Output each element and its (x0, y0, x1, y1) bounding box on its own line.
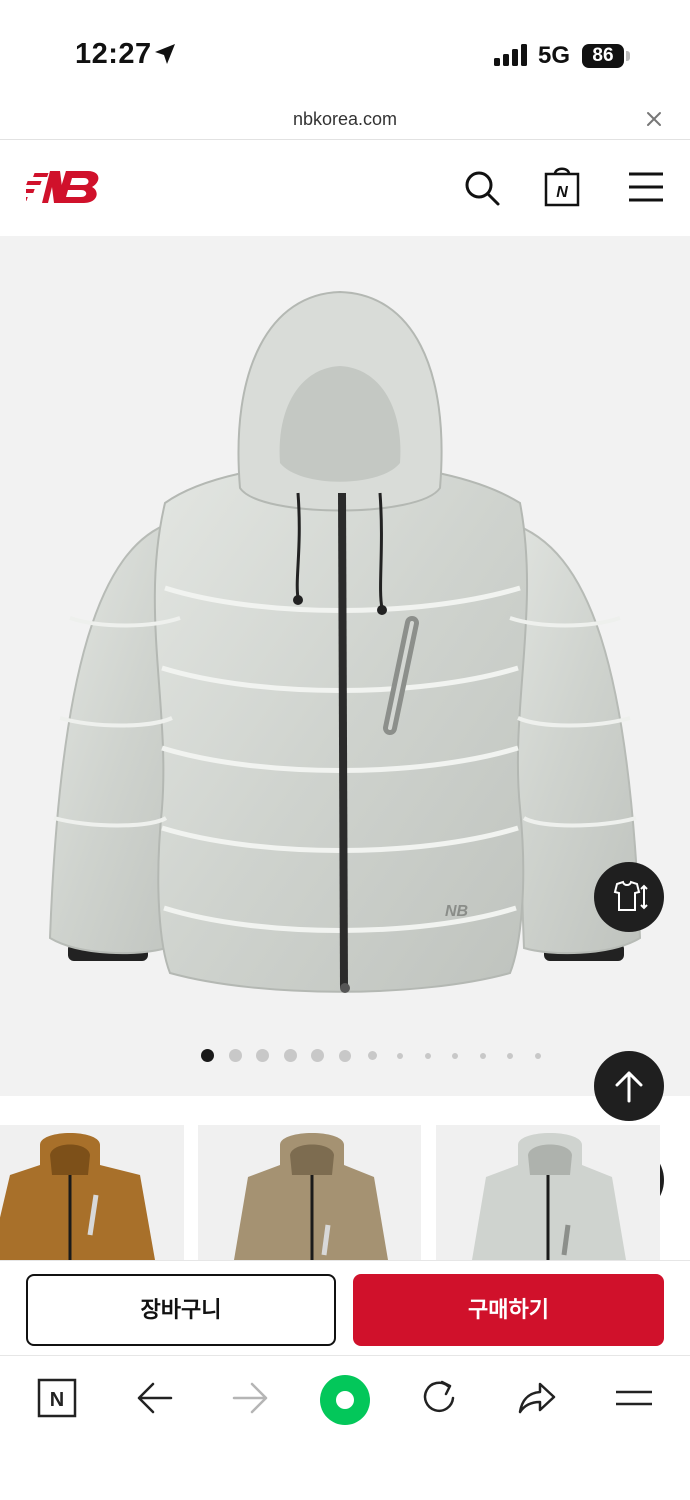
tshirt-size-icon (613, 880, 648, 911)
color-option-light-gray[interactable] (436, 1125, 660, 1260)
forward-icon[interactable] (230, 1378, 270, 1418)
add-to-cart-button[interactable]: 장바구니 (26, 1274, 336, 1346)
carousel-dot[interactable] (452, 1053, 458, 1059)
url-bar[interactable]: nbkorea.com (0, 100, 690, 140)
product-thumbnail (472, 1133, 626, 1260)
status-time: 12:27 (75, 38, 152, 70)
carousel-dot[interactable] (339, 1050, 351, 1062)
share-icon[interactable] (516, 1378, 558, 1418)
product-thumbnail (0, 1133, 155, 1260)
close-icon[interactable] (642, 107, 666, 131)
battery-tip (626, 51, 630, 61)
color-option-brown[interactable] (0, 1125, 184, 1260)
browser-toolbar: N (0, 1355, 690, 1500)
menu-icon[interactable] (614, 1378, 654, 1418)
scroll-top-icon (615, 1071, 643, 1103)
battery-indicator: 86 (582, 44, 624, 68)
shopping-bag-icon[interactable]: N (543, 163, 581, 207)
product-image[interactable]: NB (40, 288, 650, 1008)
naver-home-icon[interactable]: N (37, 1378, 77, 1418)
battery-level: 86 (592, 45, 614, 66)
buy-now-button[interactable]: 구매하기 (353, 1274, 664, 1346)
carousel-dot[interactable] (229, 1049, 242, 1062)
bag-letter: N (556, 184, 568, 201)
hamburger-menu-icon[interactable] (628, 171, 664, 203)
carousel-dot[interactable] (507, 1053, 513, 1059)
site-header: N (0, 141, 690, 236)
scroll-top-button[interactable] (594, 1051, 664, 1121)
green-dot-icon[interactable] (319, 1374, 371, 1426)
carousel-dot[interactable] (480, 1053, 486, 1059)
search-icon[interactable] (463, 169, 501, 207)
carousel-dot[interactable] (256, 1049, 269, 1062)
carousel-dot[interactable] (201, 1049, 214, 1062)
reload-icon[interactable] (420, 1378, 460, 1418)
product-image-gallery[interactable]: NB (0, 236, 690, 1096)
color-options (0, 1125, 690, 1260)
cellular-signal-icon (494, 44, 527, 66)
size-guide-button[interactable] (594, 862, 664, 932)
carousel-dot[interactable] (284, 1049, 297, 1062)
purchase-action-bar: 장바구니 구매하기 (0, 1260, 690, 1355)
carousel-dot[interactable] (397, 1053, 403, 1059)
new-balance-logo[interactable] (26, 169, 100, 209)
location-arrow-icon (155, 44, 175, 64)
carousel-dot[interactable] (425, 1053, 431, 1059)
carousel-dot[interactable] (535, 1053, 541, 1059)
svg-text:NB: NB (445, 903, 468, 920)
color-option-beige[interactable] (198, 1125, 421, 1260)
back-icon[interactable] (135, 1378, 175, 1418)
network-type: 5G (538, 42, 571, 69)
carousel-dot[interactable] (368, 1051, 377, 1060)
home-letter: N (50, 1389, 64, 1411)
status-bar: 12:27 5G 86 (0, 0, 690, 100)
url-domain[interactable]: nbkorea.com (0, 109, 690, 130)
product-thumbnail (234, 1133, 388, 1260)
carousel-indicators (0, 1048, 690, 1064)
carousel-dot[interactable] (311, 1049, 324, 1062)
